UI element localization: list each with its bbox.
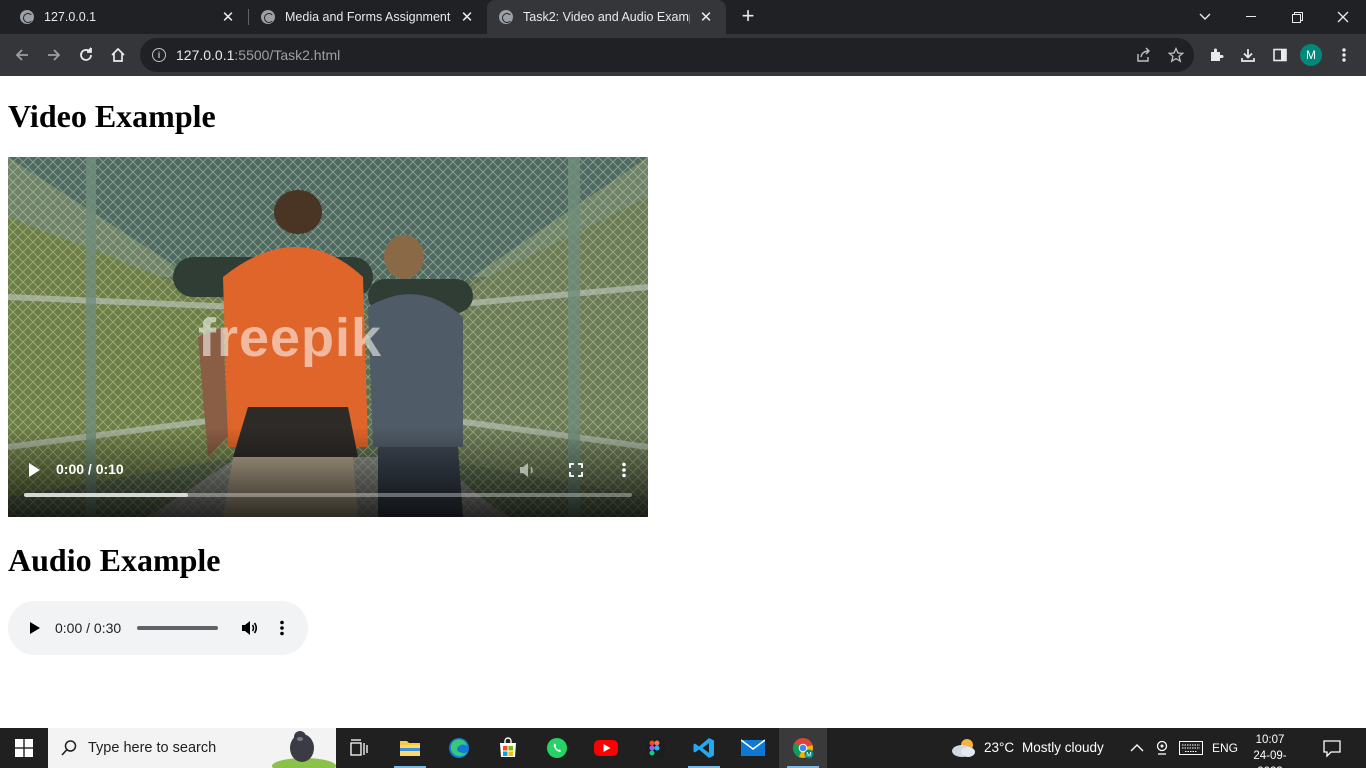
weather-temperature[interactable]: 23°C	[984, 740, 1014, 755]
clock-time: 10:07	[1255, 734, 1285, 746]
address-bar[interactable]: i 127.0.0.1:5500/Task2.html	[140, 38, 1194, 72]
tab-search-chevron-icon[interactable]	[1182, 0, 1228, 34]
back-button[interactable]	[8, 41, 36, 69]
tab-task2[interactable]: Task2: Video and Audio Example ✕	[487, 0, 726, 34]
video-fullscreen-icon[interactable]	[566, 460, 586, 480]
tab-localhost[interactable]: 127.0.0.1 ✕	[8, 0, 248, 34]
downloads-icon[interactable]	[1234, 41, 1262, 69]
side-panel-icon[interactable]	[1266, 41, 1294, 69]
search-icon	[61, 740, 77, 756]
svg-text:M: M	[806, 752, 811, 759]
weather-condition[interactable]: Mostly cloudy	[1022, 740, 1104, 755]
tab-title: Media and Forms Assignment.pdf	[285, 10, 451, 24]
taskbar-search-box[interactable]: Type here to search	[48, 728, 336, 768]
audio-play-button[interactable]	[24, 618, 44, 638]
file-explorer-icon[interactable]	[386, 728, 434, 768]
show-hidden-icons-chevron-icon[interactable]	[1130, 740, 1146, 756]
chrome-menu-icon[interactable]	[1330, 41, 1358, 69]
vscode-icon[interactable]	[680, 728, 728, 768]
audio-volume-icon[interactable]	[239, 618, 259, 638]
webcam-icon[interactable]	[1155, 740, 1171, 756]
edge-browser-icon[interactable]	[435, 728, 483, 768]
page-content: Video Example freepik 0:00 / 0:10 Audio …	[0, 76, 1366, 728]
youtube-icon[interactable]	[582, 728, 630, 768]
video-more-options-icon[interactable]	[614, 460, 634, 480]
chrome-icon[interactable]: M	[779, 728, 827, 768]
forward-button[interactable]	[40, 41, 68, 69]
search-highlight-gorilla-image	[272, 731, 336, 768]
address-url[interactable]: 127.0.0.1:5500/Task2.html	[176, 47, 340, 63]
mail-icon[interactable]	[729, 728, 777, 768]
tab-pdf-assignment[interactable]: Media and Forms Assignment.pdf ✕	[249, 0, 487, 34]
globe-icon	[499, 10, 513, 24]
input-language[interactable]: ENG	[1212, 741, 1238, 755]
reload-button[interactable]	[72, 41, 100, 69]
video-play-button[interactable]	[24, 460, 44, 480]
audio-more-options-icon[interactable]	[272, 618, 292, 638]
video-buffered-range	[24, 493, 189, 497]
extensions-puzzle-icon[interactable]	[1202, 41, 1230, 69]
touch-keyboard-icon[interactable]	[1179, 741, 1203, 755]
weather-cloud-icon[interactable]	[950, 736, 978, 760]
audio-player[interactable]: 0:00 / 0:30	[8, 601, 308, 655]
tab-title: Task2: Video and Audio Example	[523, 10, 690, 24]
browser-toolbar: i 127.0.0.1:5500/Task2.html M	[0, 34, 1366, 76]
microsoft-store-icon[interactable]	[484, 728, 532, 768]
profile-avatar[interactable]: M	[1300, 44, 1322, 66]
share-icon[interactable]	[1135, 46, 1153, 64]
taskbar-search-placeholder: Type here to search	[88, 740, 217, 756]
audio-time-display: 0:00 / 0:30	[55, 620, 122, 636]
video-heading: Video Example	[8, 98, 216, 134]
figma-icon[interactable]	[631, 728, 679, 768]
new-tab-button[interactable]: +	[736, 5, 760, 29]
site-info-icon[interactable]: i	[152, 48, 166, 62]
close-tab-icon[interactable]: ✕	[220, 9, 236, 26]
restore-button[interactable]	[1274, 0, 1320, 34]
clock-date: 24-09-2023	[1253, 750, 1287, 768]
whatsapp-icon[interactable]	[533, 728, 581, 768]
globe-icon	[261, 10, 275, 24]
globe-icon	[20, 10, 34, 24]
task-view-icon[interactable]	[336, 728, 384, 768]
home-button[interactable]	[104, 41, 132, 69]
close-window-button[interactable]	[1320, 0, 1366, 34]
url-host: 127.0.0.1	[176, 47, 235, 63]
freepik-watermark: freepik	[198, 308, 383, 368]
audio-heading: Audio Example	[8, 542, 221, 578]
close-tab-icon[interactable]: ✕	[698, 9, 714, 26]
url-path: :5500/Task2.html	[234, 47, 341, 63]
bookmark-star-icon[interactable]	[1167, 46, 1185, 64]
windows-start-button[interactable]	[0, 728, 48, 768]
minimize-button[interactable]	[1228, 0, 1274, 34]
close-tab-icon[interactable]: ✕	[459, 9, 475, 26]
tab-title: 127.0.0.1	[44, 10, 97, 24]
notifications-icon[interactable]	[1322, 738, 1344, 758]
video-volume-icon[interactable]	[517, 460, 537, 480]
video-progress-bar[interactable]	[24, 493, 632, 497]
taskbar-clock[interactable]: 10:07 24-09-2023	[1244, 732, 1296, 768]
browser-tab-strip: 127.0.0.1 ✕ Media and Forms Assignment.p…	[0, 0, 1366, 34]
audio-progress-bar[interactable]	[137, 626, 218, 630]
windows-taskbar: Type here to search M 23°C Mostly cloudy…	[0, 728, 1366, 768]
video-player[interactable]: freepik 0:00 / 0:10	[8, 157, 648, 517]
video-time-display: 0:00 / 0:10	[56, 461, 124, 477]
